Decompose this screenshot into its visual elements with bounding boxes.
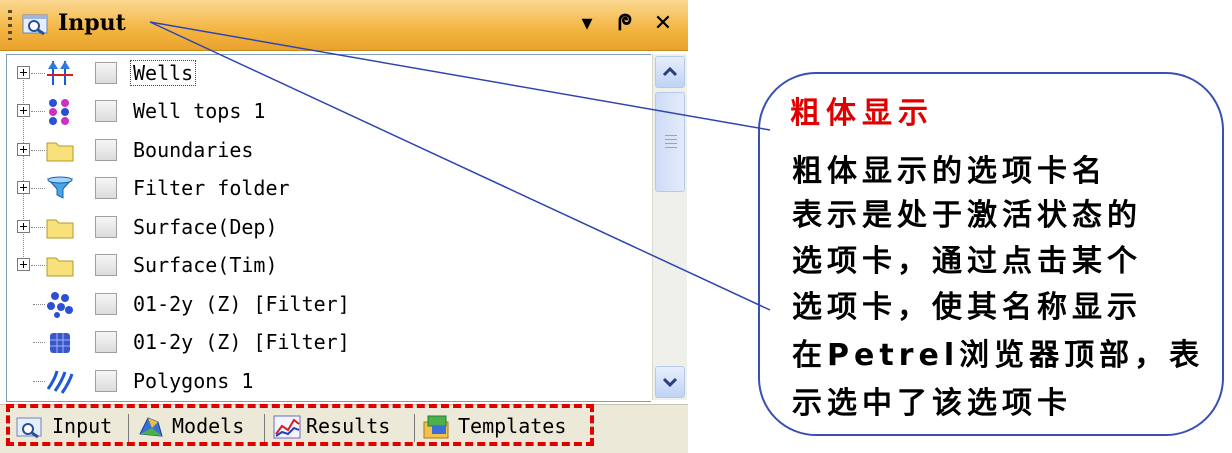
visibility-checkbox[interactable] bbox=[95, 62, 117, 84]
scroll-grip-icon bbox=[665, 135, 677, 149]
tree-connector bbox=[31, 265, 45, 267]
tree-item-label: 01-2y (Z) [Filter] bbox=[133, 330, 350, 354]
pin-icon[interactable]: ᖘ bbox=[610, 8, 640, 40]
tree-connector bbox=[31, 227, 45, 229]
tree-item-label: Boundaries bbox=[133, 138, 254, 162]
tab-templates[interactable]: Templates bbox=[420, 410, 586, 444]
tree-item-boundaries[interactable]: Boundaries bbox=[7, 132, 647, 170]
dropdown-arrow-icon[interactable]: ▾ bbox=[572, 8, 602, 40]
folder-icon bbox=[46, 257, 74, 277]
cube-points-icon bbox=[50, 333, 70, 353]
expand-icon[interactable] bbox=[17, 66, 30, 79]
tab-label: Input bbox=[52, 414, 113, 438]
expand-icon[interactable] bbox=[17, 104, 30, 117]
tree-item-label: Polygons 1 bbox=[133, 369, 254, 393]
callout-text-line: 表示是处于激活状态的 bbox=[792, 198, 1142, 233]
callout-text-line: 选项卡，使其名称显示 bbox=[792, 290, 1142, 325]
callout-text-line: 选项卡，通过点击某个 bbox=[792, 244, 1142, 279]
templates-tab-icon bbox=[423, 415, 449, 439]
tree-item-wells[interactable]: Wells bbox=[7, 55, 647, 93]
expand-icon[interactable] bbox=[17, 258, 30, 271]
scroll-up-button[interactable] bbox=[655, 56, 685, 88]
wells-icon bbox=[47, 61, 73, 85]
tree-connector bbox=[33, 304, 45, 306]
vertical-scrollbar[interactable] bbox=[652, 54, 687, 400]
visibility-checkbox[interactable] bbox=[95, 293, 117, 315]
visibility-checkbox[interactable] bbox=[95, 177, 117, 199]
tree-item-label: Filter folder bbox=[133, 176, 290, 200]
tree-item-polygons[interactable]: Polygons 1 bbox=[7, 363, 647, 401]
drag-grip-icon[interactable] bbox=[8, 10, 12, 40]
input-tab-icon bbox=[16, 417, 42, 439]
tree-item-label: Well tops 1 bbox=[133, 99, 266, 123]
tree-connector bbox=[33, 342, 45, 344]
tree-item-well-tops[interactable]: Well tops 1 bbox=[7, 93, 647, 131]
tree-connector bbox=[33, 381, 45, 383]
results-tab-icon bbox=[273, 415, 301, 439]
visibility-checkbox[interactable] bbox=[95, 100, 117, 122]
close-icon[interactable]: ✕ bbox=[648, 8, 678, 40]
chevron-down-icon bbox=[662, 377, 678, 388]
input-pane: Input ▾ ᖘ ✕ Wells Well tops 1 Boundaries… bbox=[0, 0, 688, 453]
tree-item-label: Surface(Tim) bbox=[133, 253, 278, 277]
tree-item-label: 01-2y (Z) [Filter] bbox=[133, 292, 350, 316]
tab-separator bbox=[414, 414, 415, 442]
point-set-icon bbox=[47, 292, 73, 318]
visibility-checkbox[interactable] bbox=[95, 370, 117, 392]
callout-text-line: 示选中了该选项卡 bbox=[792, 386, 1072, 421]
tree-item-label: Surface(Dep) bbox=[133, 215, 278, 239]
well-tops-icon bbox=[49, 99, 69, 125]
models-tab-icon bbox=[139, 417, 163, 437]
callout-title: 粗体显示 bbox=[790, 96, 934, 131]
expand-icon[interactable] bbox=[17, 143, 30, 156]
tab-label: Templates bbox=[458, 414, 567, 438]
tree-view[interactable]: Wells Well tops 1 Boundaries Filter fold… bbox=[6, 54, 651, 402]
tree-item-cube-points[interactable]: 01-2y (Z) [Filter] bbox=[7, 324, 647, 362]
pane-titlebar[interactable]: Input ▾ ᖘ ✕ bbox=[0, 0, 688, 51]
pane-title: Input bbox=[58, 10, 126, 36]
tree-item-label: Wells bbox=[129, 60, 197, 86]
tab-models[interactable]: Models bbox=[134, 410, 262, 444]
tab-input[interactable]: Input bbox=[14, 410, 124, 444]
chevron-up-icon bbox=[662, 66, 678, 77]
tab-separator bbox=[128, 414, 129, 442]
callout-text-line: 在Petrel浏览器顶部，表 bbox=[792, 338, 1205, 373]
tree-item-surface-dep[interactable]: Surface(Dep) bbox=[7, 209, 647, 247]
tab-label: Models bbox=[172, 414, 245, 438]
visibility-checkbox[interactable] bbox=[95, 331, 117, 353]
expand-icon[interactable] bbox=[17, 181, 30, 194]
folder-icon bbox=[46, 219, 74, 239]
expand-icon[interactable] bbox=[17, 220, 30, 233]
callout-text-line: 粗体显示的选项卡名 bbox=[792, 154, 1107, 189]
tree-connector bbox=[31, 73, 45, 75]
tree-connector bbox=[31, 111, 45, 113]
tree-item-surface-tim[interactable]: Surface(Tim) bbox=[7, 247, 647, 285]
tab-results[interactable]: Results bbox=[270, 410, 410, 444]
scroll-thumb[interactable] bbox=[655, 92, 685, 192]
visibility-checkbox[interactable] bbox=[95, 216, 117, 238]
visibility-checkbox[interactable] bbox=[95, 254, 117, 276]
folder-icon bbox=[46, 142, 74, 162]
input-magnifier-icon bbox=[22, 14, 48, 36]
polygons-icon bbox=[46, 370, 74, 394]
tab-label: Results bbox=[306, 414, 391, 438]
filter-folder-icon bbox=[46, 176, 74, 199]
scroll-down-button[interactable] bbox=[655, 366, 685, 398]
tree-item-filter-folder[interactable]: Filter folder bbox=[7, 170, 647, 208]
tree-item-point-set[interactable]: 01-2y (Z) [Filter] bbox=[7, 286, 647, 324]
tab-separator bbox=[264, 414, 265, 442]
tree-connector bbox=[31, 188, 45, 190]
tree-connector bbox=[31, 150, 45, 152]
visibility-checkbox[interactable] bbox=[95, 139, 117, 161]
